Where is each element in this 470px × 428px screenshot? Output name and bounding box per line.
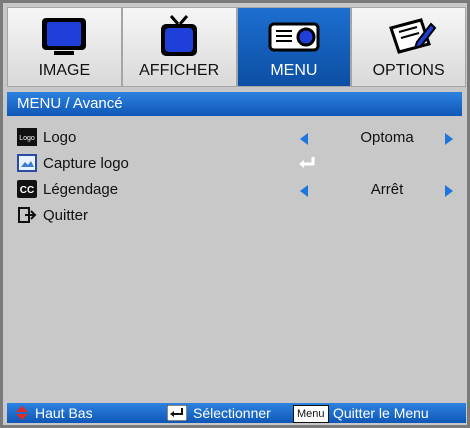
tab-bar: IMAGE AFFICHER MENU OPTIONS bbox=[7, 7, 466, 87]
right-arrow-icon[interactable] bbox=[445, 185, 453, 197]
svg-text:Logo: Logo bbox=[19, 135, 35, 142]
capture-image-icon bbox=[17, 154, 37, 172]
tab-menu[interactable]: MENU bbox=[236, 7, 352, 87]
tab-label: IMAGE bbox=[38, 62, 91, 79]
footer-navigate: Haut Bas bbox=[35, 405, 93, 421]
left-arrow-icon[interactable] bbox=[300, 133, 308, 145]
logo-value: Optoma bbox=[360, 129, 414, 146]
osd-panel: IMAGE AFFICHER MENU OPTIONS MENU / Avanc… bbox=[0, 0, 470, 428]
menu-item-legendage[interactable]: CC Légendage Arrêt bbox=[17, 177, 457, 203]
tab-image[interactable]: IMAGE bbox=[7, 7, 122, 87]
right-arrow-icon[interactable] bbox=[445, 133, 453, 145]
monitor-icon bbox=[42, 18, 87, 55]
menu-item-label: Logo bbox=[43, 129, 77, 146]
menu-item-capture-logo[interactable]: Capture logo bbox=[17, 151, 457, 177]
exit-icon bbox=[18, 207, 37, 223]
footer-exit: Quitter le Menu bbox=[333, 405, 429, 421]
caption-value: Arrêt bbox=[370, 181, 404, 198]
breadcrumb: MENU / Avancé bbox=[7, 92, 462, 116]
footer-bar: Haut Bas Sélectionner Menu Quitter le Me… bbox=[7, 403, 466, 423]
left-arrow-icon[interactable] bbox=[300, 185, 308, 197]
closed-caption-icon: CC bbox=[17, 180, 37, 198]
logo-icon: Logo bbox=[17, 128, 37, 146]
tab-label: OPTIONS bbox=[372, 62, 445, 79]
tab-options[interactable]: OPTIONS bbox=[351, 7, 466, 87]
tab-afficher[interactable]: AFFICHER bbox=[121, 7, 237, 87]
menu-item-logo[interactable]: Logo Logo Optoma bbox=[17, 125, 457, 151]
tv-icon bbox=[161, 15, 198, 56]
footer-select: Sélectionner bbox=[193, 405, 271, 421]
menu-item-quitter[interactable]: Quitter bbox=[17, 203, 457, 229]
tab-label: MENU bbox=[270, 62, 318, 79]
projector-icon bbox=[268, 22, 320, 52]
menu-list: Logo Logo Optoma Capture logo CC Légenda… bbox=[17, 125, 457, 229]
enter-icon[interactable] bbox=[297, 155, 317, 171]
menu-key-icon: Menu bbox=[293, 405, 329, 423]
up-down-arrow-icon bbox=[16, 406, 28, 420]
enter-key-icon bbox=[167, 405, 187, 421]
menu-item-label: Capture logo bbox=[43, 155, 129, 172]
svg-text:CC: CC bbox=[20, 185, 34, 196]
menu-item-label: Quitter bbox=[43, 207, 89, 224]
tab-label: AFFICHER bbox=[139, 62, 220, 79]
settings-pencil-icon bbox=[388, 18, 436, 54]
menu-item-label: Légendage bbox=[43, 181, 119, 198]
